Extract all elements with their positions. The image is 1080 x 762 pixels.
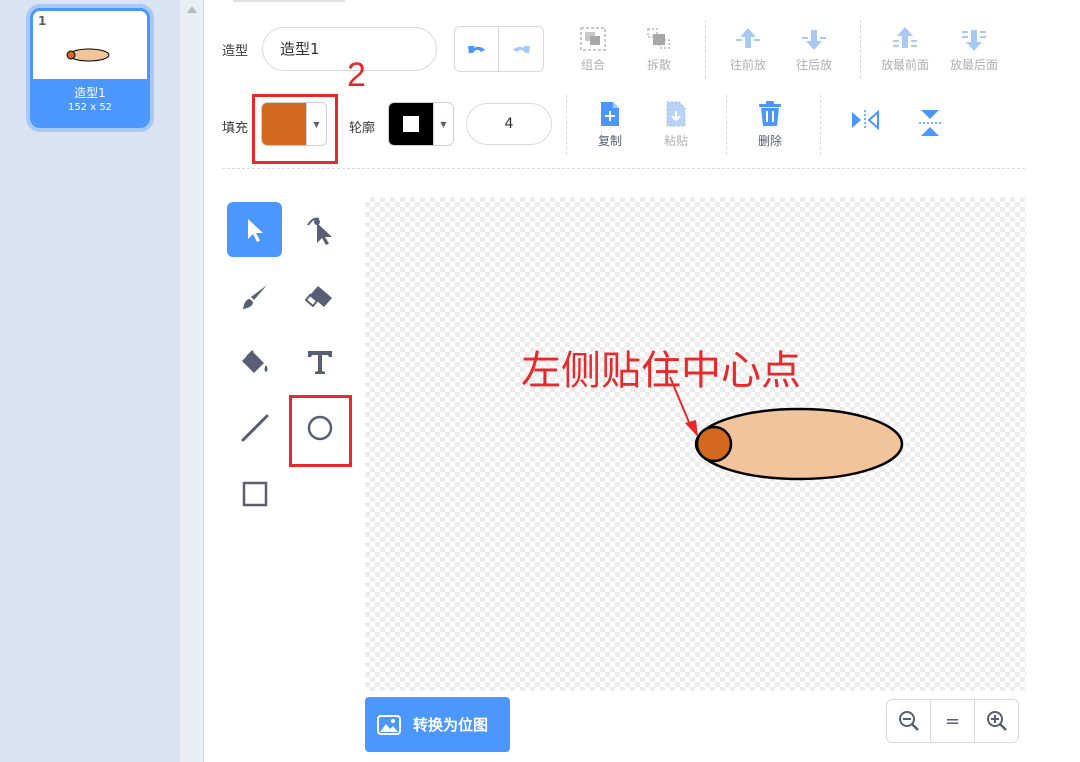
send-to-back-label: 放最后面 [949, 58, 998, 72]
scroll-up-arrow-icon[interactable] [187, 6, 197, 13]
divider [860, 20, 861, 78]
costume-size: 152 x 52 [67, 102, 113, 113]
bring-to-front-button[interactable]: 放最前面 [875, 26, 935, 73]
eraser-tool[interactable] [292, 269, 347, 324]
caret-down-icon: ▼ [433, 103, 453, 145]
flip-vertical-button[interactable] [900, 108, 960, 138]
move-backward-icon [802, 30, 826, 50]
ungroup-label: 拆散 [646, 58, 671, 72]
line-tool[interactable] [227, 400, 282, 455]
outline-label: 轮廓 [349, 121, 376, 136]
brush-icon [242, 284, 267, 309]
select-icon [247, 218, 263, 242]
step-2-number: 2 [347, 56, 366, 94]
zoom-out-icon [898, 711, 919, 731]
annotation-note: 左侧贴住中心点 [521, 348, 801, 394]
costume-label: 造型 [222, 44, 249, 59]
eraser-icon [304, 285, 332, 307]
text-icon [307, 350, 332, 374]
reshape-tool[interactable] [292, 202, 347, 257]
costume-card[interactable]: 1 造型1 152 x 52 [30, 8, 150, 128]
zoom-reset-button[interactable]: = [930, 700, 974, 742]
ungroup-icon [647, 28, 670, 49]
ungroup-button[interactable]: 拆散 [629, 26, 689, 73]
reshape-icon [306, 217, 332, 245]
fill-label: 填充 [222, 121, 249, 136]
flip-vertical-icon [919, 110, 941, 136]
costume-sidebar: 1 造型1 152 x 52 [0, 0, 180, 762]
costume-name: 造型1 [74, 86, 106, 100]
send-to-back-icon [962, 30, 986, 51]
flip-horizontal-button[interactable] [835, 108, 895, 132]
convert-label: 转换为位图 [413, 716, 489, 734]
divider [820, 95, 821, 155]
forward-label: 往前放 [729, 58, 766, 72]
zoom-out-button[interactable] [887, 700, 930, 742]
send-to-back-button[interactable]: 放最后面 [944, 26, 1004, 73]
costume-footer: 造型1 152 x 52 [33, 79, 147, 125]
zoom-reset-label: = [944, 710, 961, 732]
annotation-arrowhead [685, 420, 698, 437]
paint-bucket-icon [241, 349, 267, 373]
copy-button[interactable]: 复制 [580, 100, 640, 149]
forward-button[interactable]: 往前放 [718, 26, 778, 73]
undo-icon [467, 46, 485, 54]
brush-tool[interactable] [227, 269, 282, 324]
group-icon [580, 27, 606, 51]
image-icon [377, 714, 401, 735]
outline-color-picker[interactable]: ▼ [388, 102, 454, 146]
copy-icon [601, 102, 619, 126]
circle-tool-highlight-box [289, 395, 352, 467]
backward-label: 往后放 [795, 58, 832, 72]
rectangle-tool[interactable] [227, 466, 282, 521]
costume-number: 1 [38, 14, 47, 28]
divider [726, 95, 727, 155]
move-forward-icon [736, 28, 760, 48]
bring-to-front-label: 放最前面 [880, 58, 929, 72]
copy-label: 复制 [597, 134, 622, 148]
line-icon [241, 414, 268, 441]
select-tool[interactable] [227, 202, 282, 257]
redo-icon [513, 46, 530, 54]
divider [566, 95, 567, 155]
redo-button[interactable] [499, 27, 543, 71]
drawing-canvas[interactable] [365, 197, 1026, 691]
paste-label: 粘贴 [663, 134, 688, 148]
delete-label: 删除 [757, 134, 782, 148]
outline-color-swatch [389, 103, 433, 145]
fill-tool[interactable] [227, 334, 282, 389]
zoom-in-icon [986, 711, 1007, 731]
group-button[interactable]: 组合 [563, 26, 623, 73]
delete-button[interactable]: 删除 [740, 100, 800, 149]
tab-underline [233, 0, 345, 2]
paste-icon [666, 101, 686, 127]
backward-button[interactable]: 往后放 [784, 26, 844, 73]
group-label: 组合 [580, 58, 605, 72]
zoom-in-button[interactable] [974, 700, 1018, 742]
toolbar-divider [222, 168, 1025, 169]
divider [705, 20, 706, 78]
costume-thumbnail [66, 48, 110, 62]
text-tool[interactable] [292, 334, 347, 389]
scrollbar[interactable] [180, 0, 204, 762]
undo-redo-group [454, 26, 544, 72]
zoom-controls: = [886, 699, 1019, 743]
rectangle-icon [242, 481, 267, 506]
head-circle [695, 425, 733, 463]
bring-to-front-icon [893, 27, 917, 48]
undo-button[interactable] [455, 27, 500, 71]
convert-to-bitmap-button[interactable]: 转换为位图 [365, 697, 510, 752]
flip-horizontal-icon [852, 109, 879, 131]
fill-highlight-box [252, 94, 338, 164]
outline-width-input[interactable]: 4 [466, 103, 552, 145]
canvas-drawing [669, 376, 904, 481]
trash-icon [759, 101, 781, 126]
paste-button[interactable]: 粘贴 [646, 100, 706, 149]
